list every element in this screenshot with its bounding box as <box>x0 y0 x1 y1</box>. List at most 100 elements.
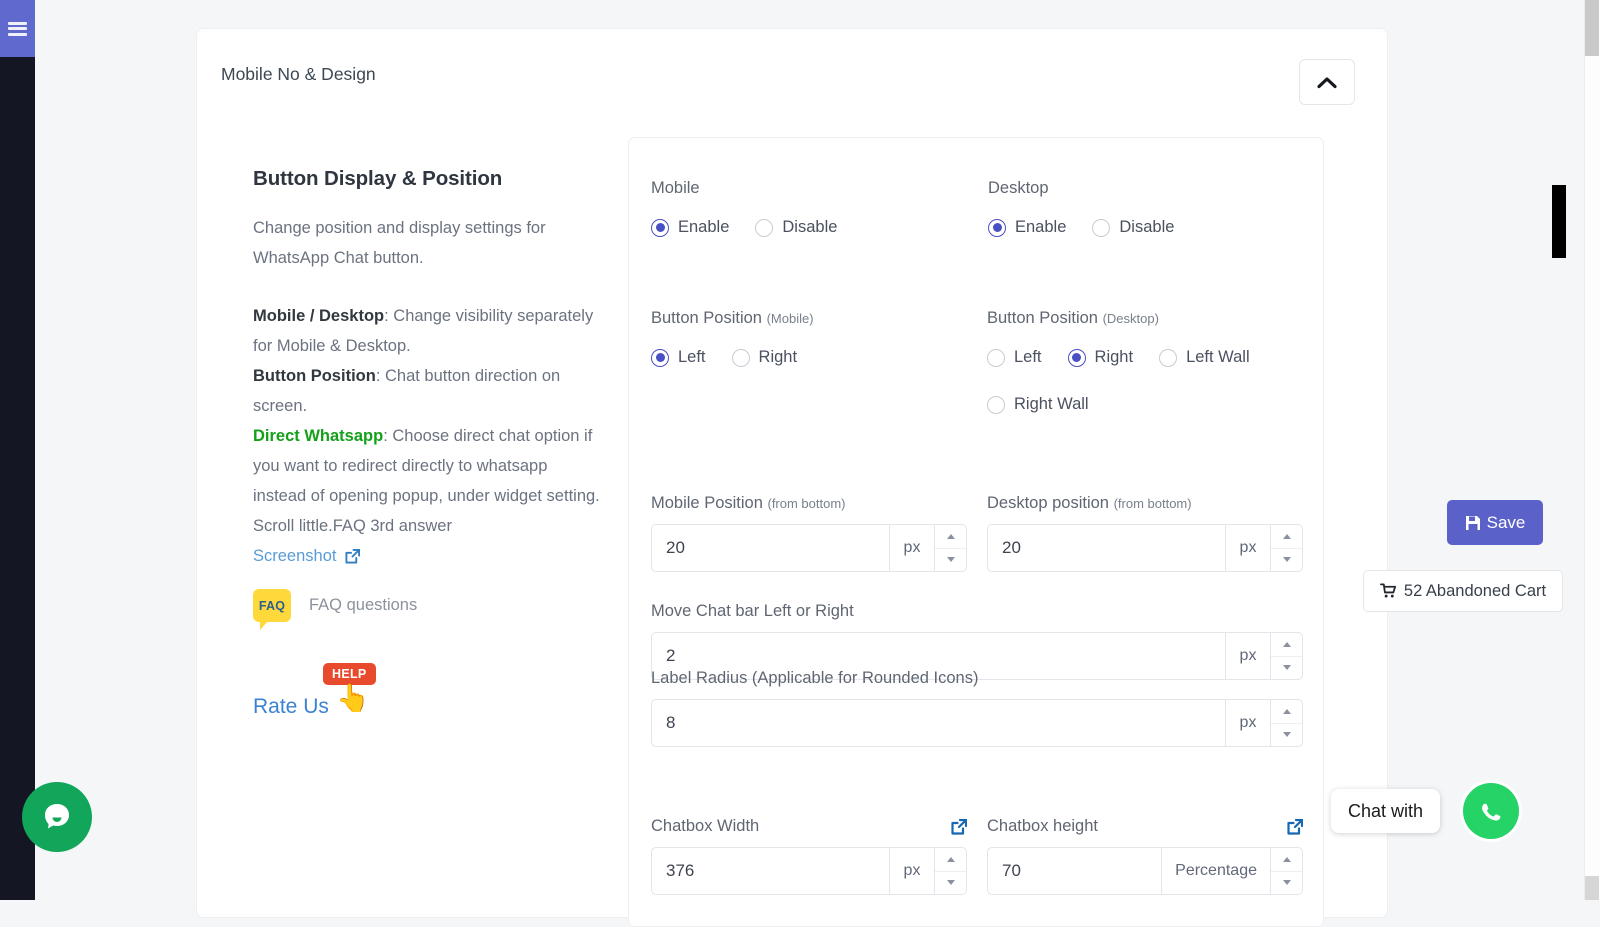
label-radius-stepper-up[interactable] <box>1271 700 1302 724</box>
button-position-desktop-group: Button Position (Desktop) Left Right Lef… <box>987 309 1317 414</box>
page-scrollbar[interactable] <box>1584 0 1600 900</box>
radio-desktop-pos-right-indicator <box>1068 349 1086 367</box>
radio-desktop-enable[interactable]: Enable <box>988 218 1066 237</box>
button-position-mobile-label-text: Button Position <box>651 309 767 327</box>
radio-mobile-enable-label: Enable <box>678 218 729 237</box>
radio-desktop-pos-left-wall-indicator <box>1159 349 1177 367</box>
radio-mobile-pos-left[interactable]: Left <box>651 348 706 367</box>
abandoned-cart-label: 52 Abandoned Cart <box>1404 582 1546 601</box>
rate-us-link[interactable]: Rate Us <box>253 695 329 719</box>
desktop-position-input[interactable]: 20 <box>987 524 1225 572</box>
radio-desktop-pos-left-indicator <box>987 349 1005 367</box>
chatbox-width-stepper-down[interactable] <box>935 872 966 895</box>
page-scrollbar-thumb[interactable] <box>1585 0 1599 56</box>
page-title: Mobile No & Design <box>221 64 376 85</box>
mobile-group-label: Mobile <box>651 179 951 198</box>
desktop-position-label-text: Desktop position <box>987 494 1114 512</box>
whatsapp-icon <box>1473 793 1509 829</box>
external-link-icon <box>345 549 360 564</box>
mobile-enable-group: Mobile Enable Disable <box>651 179 951 237</box>
shopping-cart-icon <box>1380 583 1397 599</box>
label-radius-input[interactable]: 8 <box>651 699 1225 747</box>
rate-us-block: HELP Rate Us 👆 <box>253 661 453 731</box>
desktop-position-field: Desktop position (from bottom) 20 px <box>987 494 1303 572</box>
radio-mobile-enable-indicator <box>651 219 669 237</box>
description-details: Mobile / Desktop: Change visibility sepa… <box>253 301 603 571</box>
radio-desktop-pos-right[interactable]: Right <box>1068 348 1134 367</box>
faq-icon: FAQ <box>253 589 291 622</box>
external-link-icon[interactable] <box>951 819 967 835</box>
desktop-group-label: Desktop <box>988 179 1288 198</box>
radio-mobile-pos-right-label: Right <box>759 348 798 367</box>
term-direct-whatsapp: Direct Whatsapp <box>253 427 383 445</box>
chatbox-height-stepper-down[interactable] <box>1271 872 1302 895</box>
description-intro: Change position and display settings for… <box>253 213 603 273</box>
faq-badge-label: FAQ <box>259 599 285 613</box>
radio-mobile-disable[interactable]: Disable <box>755 218 837 237</box>
move-chat-bar-stepper-up[interactable] <box>1271 633 1302 657</box>
chatbox-height-stepper[interactable] <box>1271 847 1303 895</box>
hamburger-menu-button[interactable] <box>0 0 35 57</box>
chatbox-width-unit: px <box>889 847 935 895</box>
hamburger-icon <box>8 33 27 36</box>
mobile-position-stepper[interactable] <box>935 524 967 572</box>
radio-desktop-disable-indicator <box>1092 219 1110 237</box>
radio-desktop-pos-left[interactable]: Left <box>987 348 1042 367</box>
desktop-position-stepper-up[interactable] <box>1271 525 1302 549</box>
label-radius-stepper[interactable] <box>1271 699 1303 747</box>
page-scrollbar-bottom-nub[interactable] <box>1585 876 1599 900</box>
chatbox-width-input[interactable]: 376 <box>651 847 889 895</box>
whatsapp-launcher-button[interactable] <box>1463 783 1519 839</box>
mobile-position-label: Mobile Position (from bottom) <box>651 494 967 513</box>
desktop-position-label: Desktop position (from bottom) <box>987 494 1303 513</box>
radio-mobile-pos-left-indicator <box>651 349 669 367</box>
save-button[interactable]: Save <box>1447 500 1543 545</box>
save-button-label: Save <box>1487 513 1526 533</box>
inner-scrollbar-thumb[interactable] <box>1552 185 1566 258</box>
chevron-up-icon <box>1317 76 1337 89</box>
radio-mobile-pos-right-indicator <box>732 349 750 367</box>
chatbox-width-stepper-up[interactable] <box>935 848 966 872</box>
label-radius-unit: px <box>1225 699 1271 747</box>
faq-questions-link[interactable]: FAQ FAQ questions <box>253 589 417 622</box>
radio-desktop-disable[interactable]: Disable <box>1092 218 1174 237</box>
chatbox-height-stepper-up[interactable] <box>1271 848 1302 872</box>
mobile-position-field: Mobile Position (from bottom) 20 px <box>651 494 967 572</box>
chatbox-height-input[interactable]: 70 <box>987 847 1161 895</box>
chat-bubble-icon <box>40 800 74 834</box>
desktop-position-stepper-down[interactable] <box>1271 549 1302 572</box>
mobile-position-stepper-down[interactable] <box>935 549 966 572</box>
chatbox-width-stepper[interactable] <box>935 847 967 895</box>
abandoned-cart-button[interactable]: 52 Abandoned Cart <box>1363 570 1563 612</box>
radio-mobile-disable-label: Disable <box>782 218 837 237</box>
radio-desktop-pos-left-wall[interactable]: Left Wall <box>1159 348 1250 367</box>
mobile-position-stepper-up[interactable] <box>935 525 966 549</box>
desktop-position-stepper[interactable] <box>1271 524 1303 572</box>
radio-desktop-disable-label: Disable <box>1119 218 1174 237</box>
button-position-desktop-label-text: Button Position <box>987 309 1103 327</box>
hamburger-icon <box>8 27 27 30</box>
radio-desktop-pos-left-wall-label: Left Wall <box>1186 348 1250 367</box>
faq-label: FAQ questions <box>309 596 417 615</box>
radio-desktop-pos-right-wall[interactable]: Right Wall <box>987 395 1089 414</box>
mobile-position-input[interactable]: 20 <box>651 524 889 572</box>
radio-mobile-enable[interactable]: Enable <box>651 218 729 237</box>
radio-mobile-pos-left-label: Left <box>678 348 706 367</box>
screenshot-link[interactable]: Screenshot <box>253 541 360 571</box>
chatbox-height-label: Chatbox height <box>987 817 1098 836</box>
collapse-section-button[interactable] <box>1299 59 1355 105</box>
external-link-icon[interactable] <box>1287 819 1303 835</box>
chat-bubble-launcher[interactable] <box>22 782 92 852</box>
button-position-desktop-hint: (Desktop) <box>1103 311 1159 326</box>
label-radius-stepper-down[interactable] <box>1271 724 1302 747</box>
settings-card: Mobile No & Design Button Display & Posi… <box>196 28 1388 918</box>
radio-desktop-enable-label: Enable <box>1015 218 1066 237</box>
radio-mobile-pos-right[interactable]: Right <box>732 348 798 367</box>
button-position-mobile-group: Button Position (Mobile) Left Right <box>651 309 971 367</box>
chat-with-tooltip[interactable]: Chat with <box>1331 789 1440 833</box>
button-position-mobile-label: Button Position (Mobile) <box>651 309 971 328</box>
help-badge: HELP <box>323 663 376 685</box>
description-column: Button Display & Position Change positio… <box>253 167 603 599</box>
desktop-enable-group: Desktop Enable Disable <box>988 179 1288 237</box>
card-header: Mobile No & Design <box>197 29 1387 133</box>
